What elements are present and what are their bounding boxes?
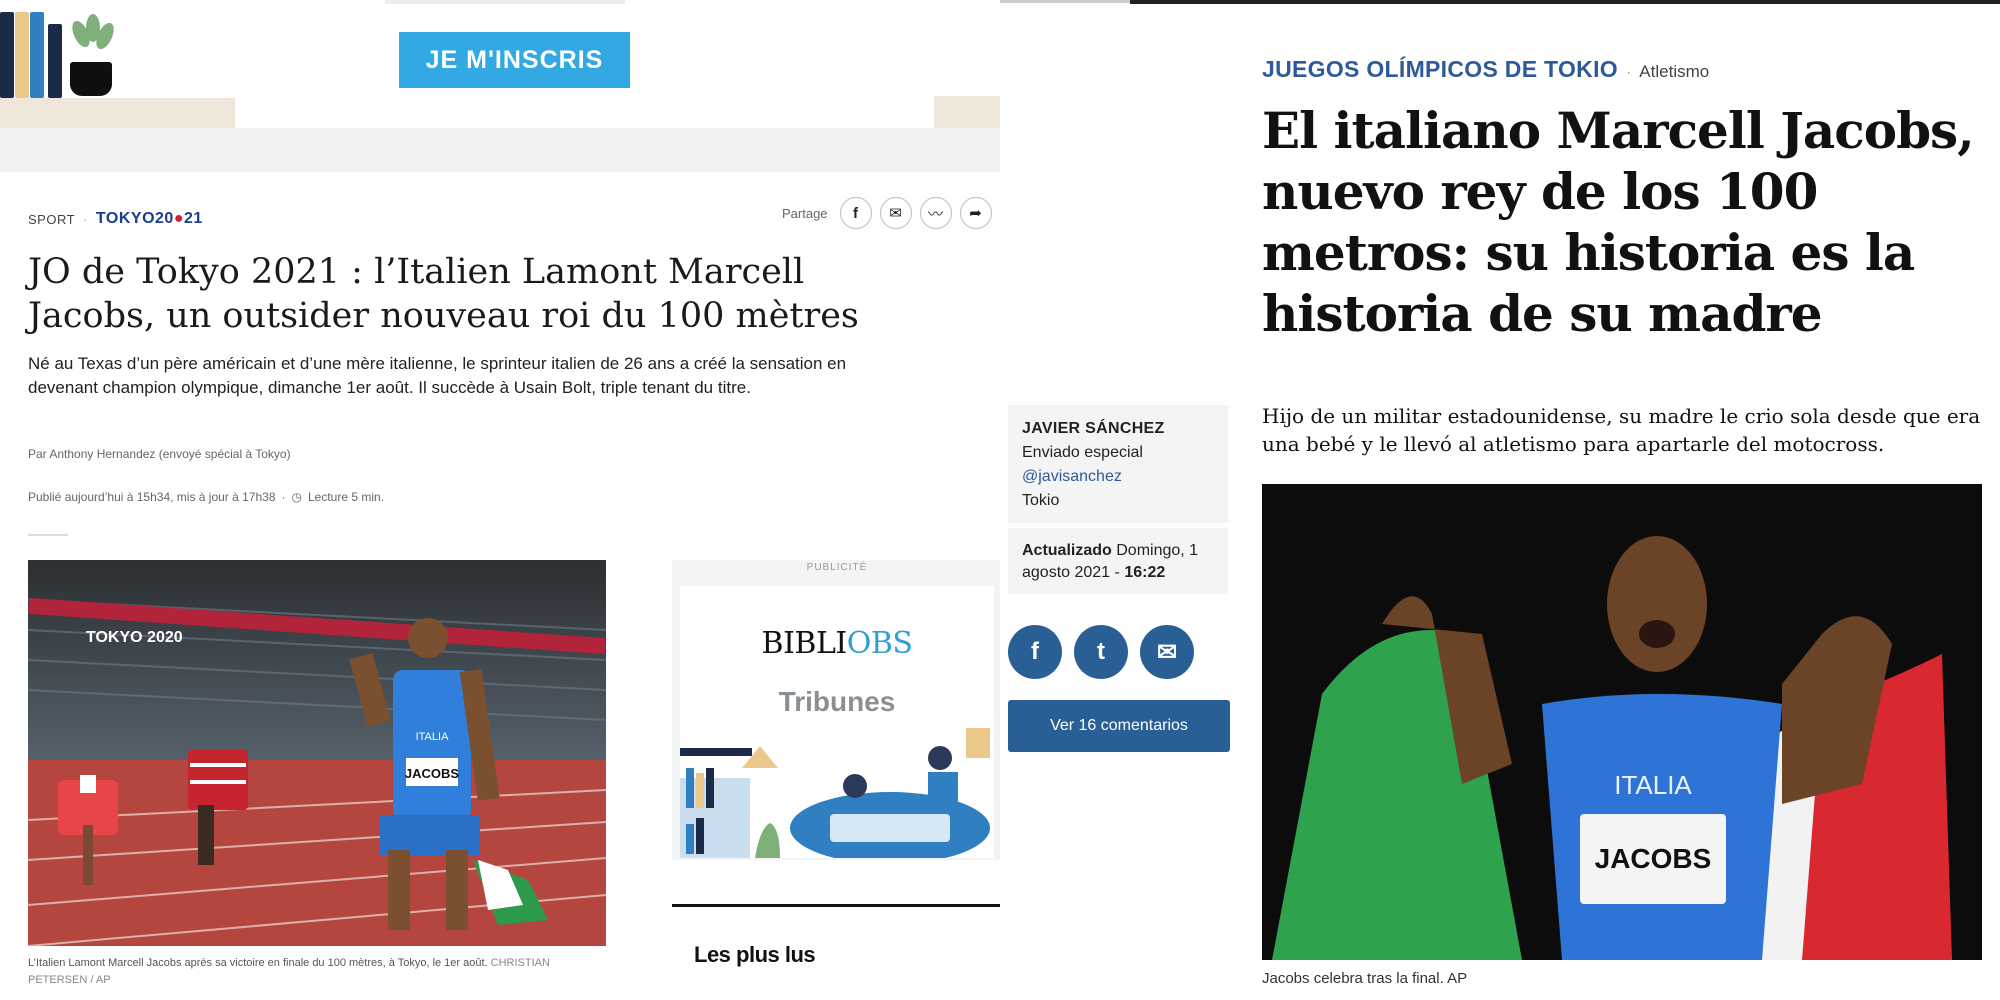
advertisement[interactable]: PUBLICITÉ BIBLIOBS Tribunes bbox=[672, 560, 1000, 860]
bib-jacobs: JACOBS bbox=[1595, 843, 1712, 874]
bib-jacobs: JACOBS bbox=[405, 766, 460, 781]
mail-icon[interactable]: ✉ bbox=[879, 197, 912, 229]
shelf-decoration bbox=[0, 98, 235, 128]
article-lead: Hijo de un militar estadounidense, su ma… bbox=[1262, 404, 1981, 456]
most-read-heading: Les plus lus bbox=[694, 942, 816, 967]
newsletter-promo-banner: JE M'INSCRIS bbox=[0, 0, 1000, 128]
share-arrow-icon[interactable]: ➦ bbox=[959, 197, 992, 229]
reading-illustration bbox=[680, 728, 990, 858]
athlete-celebration-image: JACOBS ITALIA bbox=[1262, 484, 1982, 960]
jersey-italia: ITALIA bbox=[1614, 770, 1692, 800]
article-byline: Par Anthony Hernandez (envoyé spécial à … bbox=[28, 447, 291, 461]
share-label: Partage bbox=[782, 205, 828, 221]
ad-label: PUBLICITÉ bbox=[806, 562, 868, 573]
author-box: JAVIER SÁNCHEZ Enviado especial @javisan… bbox=[1008, 405, 1228, 523]
french-article-panel: JE M'INSCRIS SPORT · TOKYO20●21 Partage … bbox=[0, 0, 1000, 1000]
kicker-separator: · bbox=[83, 211, 88, 227]
separator-band bbox=[0, 128, 1000, 172]
promo-top-decoration bbox=[385, 0, 625, 4]
top-rule bbox=[1130, 0, 2000, 4]
view-comments-button[interactable]: Ver 16 comentarios bbox=[1008, 700, 1230, 752]
publication-date: Publié aujourd’hui à 15h34, mis à jour à… bbox=[28, 490, 276, 504]
divider bbox=[28, 534, 68, 536]
newsletter-signup-button[interactable]: JE M'INSCRIS bbox=[399, 32, 630, 88]
shelf-decoration bbox=[934, 96, 1000, 128]
messenger-icon[interactable]: 〰 bbox=[919, 197, 952, 229]
bibliobs-ad[interactable]: BIBLIOBS Tribunes bbox=[680, 586, 994, 858]
article-title: El italiano Marcell Jacobs, nuevo rey de… bbox=[1262, 101, 1975, 343]
most-read-rule bbox=[672, 904, 1000, 907]
section-link[interactable]: JUEGOS OLÍMPICOS DE TOKIO bbox=[1262, 56, 1618, 83]
article-lead: Né au Texas d’un père américain et d’une… bbox=[28, 354, 847, 397]
share-bar: Partage f ✉ 〰 ➦ bbox=[782, 197, 992, 229]
ad-tagline: Tribunes bbox=[778, 686, 896, 717]
updated-label: Actualizado bbox=[1022, 542, 1112, 559]
photo-caption: Jacobs celebra tras la final. AP bbox=[1262, 970, 1468, 987]
article-photo[interactable]: JACOBS ITALIA bbox=[1262, 484, 1982, 960]
article-kicker: SPORT · TOKYO20●21 bbox=[28, 210, 203, 228]
spanish-article-panel: JUEGOS OLÍMPICOS DE TOKIO · Atletismo El… bbox=[1000, 0, 2000, 1000]
subsection-link[interactable]: Atletismo bbox=[1639, 62, 1709, 82]
stadium-scene-image: TOKYO 2020 JACOBS ITALIA bbox=[28, 560, 606, 946]
social-share-buttons: f t ✉ bbox=[1008, 625, 1194, 679]
article-photo[interactable]: TOKYO 2020 JACOBS ITALIA bbox=[28, 560, 606, 946]
tokyo2021-logo[interactable]: TOKYO20●21 bbox=[96, 210, 203, 228]
books-illustration bbox=[0, 0, 72, 98]
section-header: JUEGOS OLÍMPICOS DE TOKIO · Atletismo bbox=[1262, 56, 1710, 83]
facebook-icon[interactable]: f bbox=[1008, 625, 1062, 679]
publication-info: Publié aujourd’hui à 15h34, mis à jour à… bbox=[28, 490, 385, 504]
bibliobs-logo: BIBLIOBS bbox=[761, 626, 913, 661]
twitter-icon[interactable]: t bbox=[1074, 625, 1128, 679]
author-location: Tokio bbox=[1022, 492, 1060, 509]
stadium-sign: TOKYO 2020 bbox=[86, 629, 183, 646]
jersey-italia: ITALIA bbox=[416, 731, 449, 743]
article-title: JO de Tokyo 2021 : l’Italien Lamont Marc… bbox=[28, 252, 859, 336]
section-link-sport[interactable]: SPORT bbox=[28, 212, 75, 227]
author-name[interactable]: JAVIER SÁNCHEZ bbox=[1022, 417, 1216, 441]
author-twitter-link[interactable]: @javisanchez bbox=[1022, 465, 1216, 489]
facebook-icon[interactable]: f bbox=[839, 197, 872, 229]
mail-icon[interactable]: ✉ bbox=[1140, 625, 1194, 679]
reading-time: Lecture 5 min. bbox=[308, 490, 385, 504]
author-role: Enviado especial bbox=[1022, 444, 1143, 461]
updated-time: 16:22 bbox=[1124, 564, 1166, 581]
clock-icon: ◷ bbox=[291, 490, 302, 504]
photo-caption: L’Italien Lamont Marcell Jacobs après sa… bbox=[28, 957, 550, 986]
top-rule bbox=[1000, 0, 1130, 3]
updated-box: Actualizado Domingo, 1 agosto 2021 - 16:… bbox=[1008, 528, 1228, 594]
